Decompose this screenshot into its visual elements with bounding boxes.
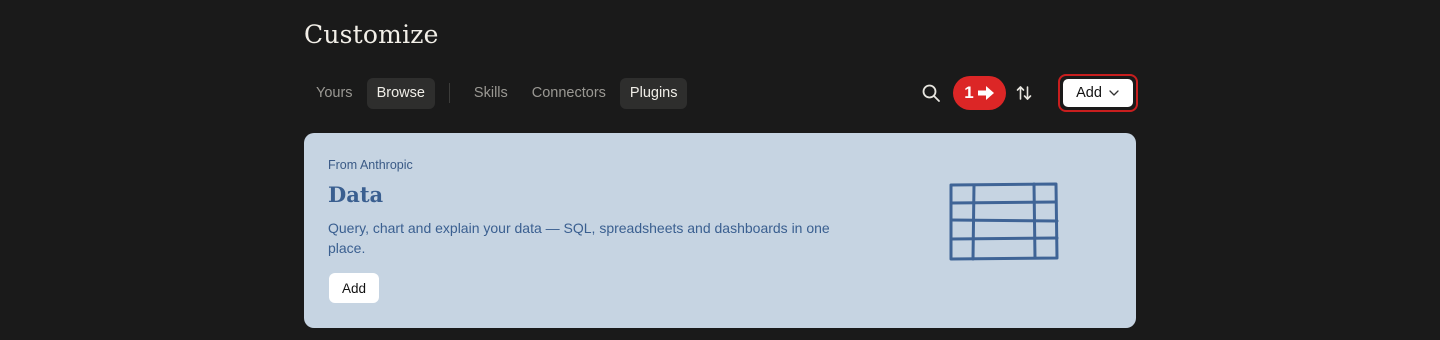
add-dropdown-button[interactable]: Add: [1063, 79, 1133, 107]
card-source: From Anthropic: [328, 158, 413, 172]
card-description: Query, chart and explain your data — SQL…: [328, 220, 830, 256]
tab-skills[interactable]: Skills: [464, 78, 518, 109]
toolbar: 1 Add: [917, 74, 1138, 112]
sort-arrows-icon: [1016, 86, 1032, 100]
sort-button[interactable]: [1010, 79, 1038, 107]
tab-bar: Yours Browse Skills Connectors Plugins: [306, 77, 688, 109]
customize-page: Customize Yours Browse Skills Connectors…: [0, 0, 1440, 340]
tab-browse[interactable]: Browse: [366, 77, 435, 109]
add-button-highlight: Add: [1058, 74, 1138, 112]
page-title: Customize: [304, 20, 439, 49]
tab-divider: [448, 83, 450, 103]
add-button-label: Add: [1076, 85, 1102, 101]
arrow-right-icon: [977, 86, 994, 100]
tab-connectors[interactable]: Connectors: [522, 78, 616, 109]
card-add-button[interactable]: Add: [329, 273, 379, 303]
featured-plugin-card: From Anthropic Data Query, chart and exp…: [304, 133, 1136, 328]
tab-plugins[interactable]: Plugins: [619, 77, 688, 109]
tab-yours[interactable]: Yours: [306, 78, 363, 109]
table-grid-icon: [949, 182, 1059, 261]
search-button[interactable]: [917, 79, 945, 107]
card-title: Data: [328, 182, 384, 207]
search-icon: [922, 84, 940, 102]
chevron-down-icon: [1109, 90, 1119, 96]
step-badge: 1: [953, 76, 1006, 110]
step-number: 1: [964, 83, 974, 102]
